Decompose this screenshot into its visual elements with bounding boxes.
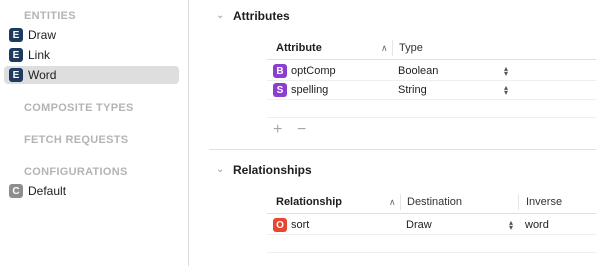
table-bottom-divider	[267, 117, 596, 118]
entity-badge-icon: E	[9, 28, 23, 42]
entities-section-title: ENTITIES	[24, 10, 76, 22]
row-divider	[267, 234, 596, 235]
entity-badge-icon: E	[9, 68, 23, 82]
sidebar-item-link[interactable]: E Link	[4, 46, 179, 64]
attribute-type-select[interactable]: String	[398, 84, 427, 96]
sidebar-item-label: Link	[28, 48, 51, 62]
header-divider	[267, 59, 596, 60]
chevron-down-icon[interactable]: ⌄	[216, 165, 226, 175]
sort-ascending-icon[interactable]: ∧	[389, 197, 396, 208]
string-type-icon: S	[273, 83, 287, 97]
table-bottom-divider	[267, 252, 596, 253]
sidebar-item-label: Default	[28, 184, 67, 198]
type-column-header[interactable]: Type	[399, 42, 423, 54]
configuration-badge-icon: C	[9, 184, 23, 198]
relationships-section-title: Relationships	[233, 163, 312, 177]
sidebar-item-default[interactable]: C Default	[4, 182, 179, 200]
relationship-name[interactable]: sort	[291, 219, 309, 231]
entity-badge-icon: E	[9, 48, 23, 62]
chevron-down-icon[interactable]: ⌄	[216, 11, 226, 21]
inverse-column-header[interactable]: Inverse	[526, 196, 562, 208]
column-separator	[518, 194, 519, 210]
attribute-name[interactable]: spelling	[291, 84, 328, 96]
relationship-column-header[interactable]: Relationship	[276, 196, 342, 208]
attribute-type-select[interactable]: Boolean	[398, 65, 438, 77]
configurations-section-title: CONFIGURATIONS	[24, 166, 128, 178]
attributes-section-title: Attributes	[233, 9, 290, 23]
row-divider	[267, 99, 596, 100]
sidebar: ENTITIES E Draw E Link E Word COMPOSITE …	[0, 0, 188, 266]
sidebar-item-draw[interactable]: E Draw	[4, 26, 179, 44]
fetch-requests-section-title[interactable]: FETCH REQUESTS	[24, 134, 128, 146]
add-attribute-button[interactable]: +	[273, 122, 282, 138]
column-separator	[400, 194, 401, 210]
destination-column-header[interactable]: Destination	[407, 196, 462, 208]
header-divider	[267, 213, 596, 214]
section-divider	[209, 149, 596, 150]
select-stepper-icon[interactable]: ▴ ▾	[502, 84, 510, 97]
remove-attribute-button[interactable]: −	[297, 122, 306, 138]
sort-ascending-icon[interactable]: ∧	[381, 43, 388, 54]
column-separator	[392, 40, 393, 56]
attribute-column-header[interactable]: Attribute	[276, 42, 322, 54]
destination-select[interactable]: Draw	[406, 219, 432, 231]
composite-types-section-title[interactable]: COMPOSITE TYPES	[24, 102, 134, 114]
select-stepper-icon[interactable]: ▴ ▾	[502, 65, 510, 78]
inverse-select[interactable]: word	[525, 219, 549, 231]
relationship-type-icon: O	[273, 218, 287, 232]
sidebar-item-label: Word	[28, 68, 57, 82]
sidebar-item-label: Draw	[28, 28, 57, 42]
attribute-name[interactable]: optComp	[291, 65, 336, 77]
boolean-type-icon: B	[273, 64, 287, 78]
select-stepper-icon[interactable]: ▴ ▾	[507, 219, 515, 232]
sidebar-item-word[interactable]: E Word	[4, 66, 179, 84]
main-editor: ⌄ Attributes Attribute ∧ Type B optComp …	[189, 0, 596, 266]
